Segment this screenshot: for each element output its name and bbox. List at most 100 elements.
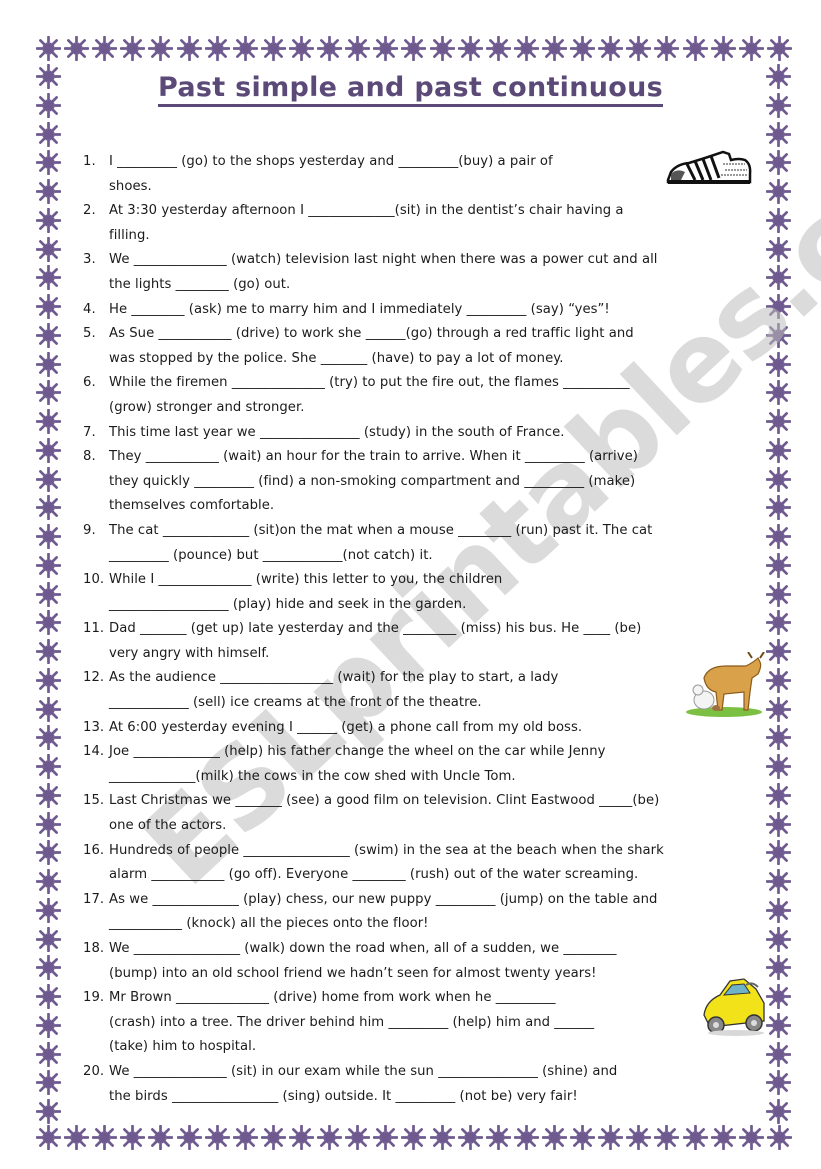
border-star-icon bbox=[766, 294, 791, 319]
page-title-text: Past simple and past continuous bbox=[157, 72, 664, 107]
border-star-icon bbox=[36, 984, 61, 1009]
border-star-icon bbox=[373, 36, 399, 61]
border-star-icon bbox=[766, 811, 791, 837]
border-star-icon bbox=[766, 36, 792, 61]
border-star-icon bbox=[766, 725, 791, 751]
border-star-icon bbox=[766, 1070, 791, 1096]
exercise-item: 1. I _________ (go) to the shops yesterda… bbox=[83, 150, 753, 199]
border-star-icon bbox=[36, 466, 61, 492]
exercise-sentence: While I ______________ (write) this lett… bbox=[109, 572, 503, 612]
exercise-item: 9. The cat _____________ (sit)on the mat … bbox=[83, 519, 753, 568]
border-star-icon bbox=[766, 696, 791, 722]
border-star-icon bbox=[36, 294, 61, 319]
border-star-icon bbox=[288, 36, 314, 61]
border-star-icon bbox=[429, 1125, 455, 1150]
exercise-item: 2. At 3:30 yesterday afternoon I ________… bbox=[83, 199, 753, 248]
border-star-icon bbox=[232, 36, 258, 61]
border-star-icon bbox=[766, 1099, 791, 1124]
border-star-icon bbox=[120, 1125, 146, 1150]
border-star-icon bbox=[766, 869, 791, 894]
border-star-icon bbox=[204, 1125, 230, 1150]
border-star-icon bbox=[36, 610, 61, 636]
border-star-icon bbox=[626, 36, 652, 61]
border-star-icon bbox=[766, 121, 791, 147]
exercise-item: 3. We ______________ (watch) television l… bbox=[83, 248, 753, 297]
border-star-icon bbox=[766, 437, 791, 463]
border-star-icon bbox=[36, 581, 61, 607]
border-star-icon bbox=[36, 639, 61, 664]
border-star-icon bbox=[766, 581, 791, 607]
border-star-icon bbox=[766, 840, 791, 866]
border-star-icon bbox=[148, 36, 174, 61]
exercise-sentence: He ________ (ask) me to marry him and I … bbox=[109, 301, 610, 317]
shoe-icon bbox=[666, 150, 752, 184]
cow-illustration bbox=[682, 652, 766, 718]
border-star-icon bbox=[64, 1125, 90, 1150]
border-star-icon bbox=[288, 1125, 314, 1150]
cow-icon bbox=[686, 652, 765, 717]
exercise-item: 20. We ______________ (sit) in our exam w… bbox=[83, 1060, 753, 1109]
border-star-icon bbox=[766, 322, 791, 348]
border-star-icon bbox=[36, 955, 61, 981]
border-star-icon bbox=[36, 121, 61, 147]
exercise-item: 7. This time last year we _______________… bbox=[83, 421, 753, 446]
exercise-item: 12. As the audience _________________ (wa… bbox=[83, 666, 753, 715]
border-star-icon bbox=[766, 179, 791, 204]
border-star-icon bbox=[570, 36, 596, 61]
car-illustration bbox=[700, 975, 768, 1037]
exercise-sentence: At 3:30 yesterday afternoon I __________… bbox=[109, 203, 624, 243]
border-star-icon bbox=[682, 36, 708, 61]
border-star-icon bbox=[36, 322, 61, 348]
border-star-icon bbox=[36, 869, 61, 894]
exercise-item: 11. Dad _______ (get up) late yesterday a… bbox=[83, 617, 753, 666]
border-star-icon bbox=[260, 36, 286, 61]
border-star-icon bbox=[36, 754, 61, 779]
border-star-icon bbox=[92, 1125, 118, 1150]
border-star-icon bbox=[766, 754, 791, 779]
border-star-icon bbox=[513, 1125, 539, 1150]
exercise-number: 1. bbox=[83, 154, 96, 169]
exercise-number: 5. bbox=[83, 326, 96, 342]
exercise-sentence: This time last year we _______________ (… bbox=[109, 424, 565, 440]
border-star-icon bbox=[36, 1099, 61, 1124]
exercise-sentence: Joe _____________ (help) his father chan… bbox=[109, 744, 606, 784]
border-star-icon bbox=[766, 380, 791, 406]
border-star-icon bbox=[36, 524, 61, 549]
exercise-number: 11. bbox=[83, 621, 105, 637]
border-star-icon bbox=[766, 265, 791, 291]
page-title: Past simple and past continuous bbox=[0, 72, 821, 107]
border-star-icon bbox=[64, 36, 90, 61]
border-star-icon bbox=[738, 1125, 764, 1150]
border-star-icon bbox=[766, 207, 791, 233]
border-star-icon bbox=[766, 926, 791, 952]
border-star-icon bbox=[260, 1125, 286, 1150]
border-star-icon bbox=[401, 1125, 427, 1150]
exercise-sentence: While the firemen ______________ (try) t… bbox=[109, 375, 630, 415]
exercise-sentence: As we _____________ (play) chess, our ne… bbox=[109, 891, 658, 932]
border-star-icon bbox=[204, 36, 230, 61]
worksheet-page: ESLprintables.com Past simple and past c… bbox=[0, 0, 821, 1169]
border-star-icon bbox=[766, 1125, 792, 1150]
border-star-icon bbox=[36, 409, 61, 434]
border-star-icon bbox=[766, 639, 791, 664]
exercise-number: 19. bbox=[83, 990, 105, 1006]
border-star-icon bbox=[36, 1125, 61, 1150]
exercise-number: 20. bbox=[83, 1063, 105, 1079]
decorative-border-right bbox=[766, 64, 792, 1124]
exercise-item: 14. Joe _____________ (help) his father c… bbox=[83, 740, 753, 789]
border-star-icon bbox=[766, 667, 791, 693]
exercise-sentence: I _________ (go) to the shops yesterday … bbox=[109, 154, 553, 194]
border-star-icon bbox=[457, 36, 483, 61]
border-star-icon bbox=[36, 265, 61, 291]
exercise-number: 3. bbox=[83, 252, 96, 268]
border-star-icon bbox=[570, 1125, 596, 1150]
border-star-icon bbox=[36, 150, 61, 176]
exercise-item: 16. Hundreds of people ________________ (… bbox=[83, 839, 753, 888]
exercise-sentence: We ______________ (sit) in our exam whil… bbox=[109, 1063, 618, 1104]
border-star-icon bbox=[36, 897, 61, 923]
border-star-icon bbox=[541, 1125, 567, 1150]
exercise-number: 16. bbox=[83, 842, 105, 858]
exercise-sentence: At 6:00 yesterday evening I ______ (get)… bbox=[109, 719, 583, 735]
border-star-icon bbox=[36, 667, 61, 693]
border-star-icon bbox=[766, 524, 791, 549]
